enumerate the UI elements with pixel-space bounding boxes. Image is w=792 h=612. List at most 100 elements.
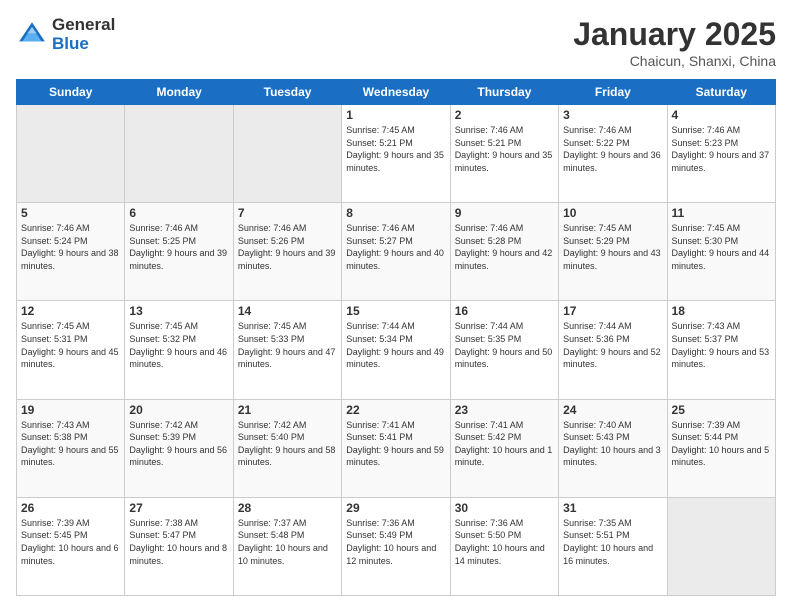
day-info: Sunrise: 7:45 AM Sunset: 5:31 PM Dayligh… <box>21 320 120 370</box>
day-number: 30 <box>455 501 554 515</box>
weekday-header: Saturday <box>667 80 775 105</box>
day-number: 8 <box>346 206 445 220</box>
weekday-header: Wednesday <box>342 80 450 105</box>
calendar-week-row: 12 Sunrise: 7:45 AM Sunset: 5:31 PM Dayli… <box>17 301 776 399</box>
day-info: Sunrise: 7:43 AM Sunset: 5:37 PM Dayligh… <box>672 320 771 370</box>
day-number: 26 <box>21 501 120 515</box>
location: Chaicun, Shanxi, China <box>573 53 776 69</box>
calendar-cell: 29Sunrise: 7:36 AM Sunset: 5:49 PM Dayli… <box>342 497 450 595</box>
calendar-cell <box>233 105 341 203</box>
calendar-cell: 12 Sunrise: 7:45 AM Sunset: 5:31 PM Dayli… <box>17 301 125 399</box>
logo-general: General <box>52 16 115 35</box>
weekday-header: Friday <box>559 80 667 105</box>
calendar-cell: 3Sunrise: 7:46 AM Sunset: 5:22 PM Daylig… <box>559 105 667 203</box>
month-title: January 2025 <box>573 16 776 53</box>
calendar-cell: 18Sunrise: 7:43 AM Sunset: 5:37 PM Dayli… <box>667 301 775 399</box>
calendar-cell: 8 Sunrise: 7:46 AM Sunset: 5:27 PM Daylig… <box>342 203 450 301</box>
day-number: 22 <box>346 403 445 417</box>
day-number: 14 <box>238 304 337 318</box>
day-number: 31 <box>563 501 662 515</box>
weekday-header: Sunday <box>17 80 125 105</box>
day-info: Sunrise: 7:44 AM Sunset: 5:34 PM Dayligh… <box>346 320 445 370</box>
day-info: Sunrise: 7:39 AM Sunset: 5:44 PM Dayligh… <box>672 419 771 469</box>
day-number: 11 <box>672 206 771 220</box>
calendar-cell: 19Sunrise: 7:43 AM Sunset: 5:38 PM Dayli… <box>17 399 125 497</box>
day-info: Sunrise: 7:37 AM Sunset: 5:48 PM Dayligh… <box>238 517 337 567</box>
day-number: 9 <box>455 206 554 220</box>
page: General Blue January 2025 Chaicun, Shanx… <box>0 0 792 612</box>
day-number: 13 <box>129 304 228 318</box>
calendar-cell: 17 Sunrise: 7:44 AM Sunset: 5:36 PM Dayli… <box>559 301 667 399</box>
calendar-cell: 15Sunrise: 7:44 AM Sunset: 5:34 PM Dayli… <box>342 301 450 399</box>
day-info: Sunrise: 7:43 AM Sunset: 5:38 PM Dayligh… <box>21 419 120 469</box>
calendar-cell: 26 Sunrise: 7:39 AM Sunset: 5:45 PM Dayli… <box>17 497 125 595</box>
calendar-cell: 28 Sunrise: 7:37 AM Sunset: 5:48 PM Dayli… <box>233 497 341 595</box>
day-info: Sunrise: 7:45 AM Sunset: 5:30 PM Dayligh… <box>672 222 771 272</box>
calendar-cell: 27Sunrise: 7:38 AM Sunset: 5:47 PM Dayli… <box>125 497 233 595</box>
day-number: 6 <box>129 206 228 220</box>
day-number: 23 <box>455 403 554 417</box>
day-number: 20 <box>129 403 228 417</box>
day-number: 28 <box>238 501 337 515</box>
day-number: 24 <box>563 403 662 417</box>
calendar-cell: 21 Sunrise: 7:42 AM Sunset: 5:40 PM Dayli… <box>233 399 341 497</box>
day-info: Sunrise: 7:44 AM Sunset: 5:35 PM Dayligh… <box>455 320 554 370</box>
day-info: Sunrise: 7:46 AM Sunset: 5:28 PM Dayligh… <box>455 222 554 272</box>
day-info: Sunrise: 7:46 AM Sunset: 5:25 PM Dayligh… <box>129 222 228 272</box>
day-number: 27 <box>129 501 228 515</box>
day-number: 3 <box>563 108 662 122</box>
calendar-week-row: 26 Sunrise: 7:39 AM Sunset: 5:45 PM Dayli… <box>17 497 776 595</box>
day-info: Sunrise: 7:46 AM Sunset: 5:23 PM Dayligh… <box>672 124 771 174</box>
calendar-cell: 4 Sunrise: 7:46 AM Sunset: 5:23 PM Daylig… <box>667 105 775 203</box>
day-number: 7 <box>238 206 337 220</box>
weekday-header: Tuesday <box>233 80 341 105</box>
logo-blue: Blue <box>52 35 115 54</box>
day-info: Sunrise: 7:39 AM Sunset: 5:45 PM Dayligh… <box>21 517 120 567</box>
header: General Blue January 2025 Chaicun, Shanx… <box>16 16 776 69</box>
day-info: Sunrise: 7:42 AM Sunset: 5:40 PM Dayligh… <box>238 419 337 469</box>
day-number: 25 <box>672 403 771 417</box>
calendar-cell: 6 Sunrise: 7:46 AM Sunset: 5:25 PM Daylig… <box>125 203 233 301</box>
calendar-week-row: 1 Sunrise: 7:45 AM Sunset: 5:21 PM Daylig… <box>17 105 776 203</box>
logo-icon <box>16 19 48 51</box>
day-info: Sunrise: 7:45 AM Sunset: 5:21 PM Dayligh… <box>346 124 445 174</box>
day-info: Sunrise: 7:46 AM Sunset: 5:27 PM Dayligh… <box>346 222 445 272</box>
calendar-cell: 1 Sunrise: 7:45 AM Sunset: 5:21 PM Daylig… <box>342 105 450 203</box>
day-number: 5 <box>21 206 120 220</box>
calendar-cell: 23 Sunrise: 7:41 AM Sunset: 5:42 PM Dayli… <box>450 399 558 497</box>
day-info: Sunrise: 7:46 AM Sunset: 5:21 PM Dayligh… <box>455 124 554 174</box>
day-info: Sunrise: 7:45 AM Sunset: 5:32 PM Dayligh… <box>129 320 228 370</box>
day-number: 21 <box>238 403 337 417</box>
day-info: Sunrise: 7:40 AM Sunset: 5:43 PM Dayligh… <box>563 419 662 469</box>
day-info: Sunrise: 7:42 AM Sunset: 5:39 PM Dayligh… <box>129 419 228 469</box>
day-number: 1 <box>346 108 445 122</box>
day-number: 16 <box>455 304 554 318</box>
weekday-header-row: SundayMondayTuesdayWednesdayThursdayFrid… <box>17 80 776 105</box>
day-number: 4 <box>672 108 771 122</box>
calendar-cell: 14 Sunrise: 7:45 AM Sunset: 5:33 PM Dayli… <box>233 301 341 399</box>
day-info: Sunrise: 7:45 AM Sunset: 5:33 PM Dayligh… <box>238 320 337 370</box>
logo-text: General Blue <box>52 16 115 53</box>
calendar-week-row: 5 Sunrise: 7:46 AM Sunset: 5:24 PM Daylig… <box>17 203 776 301</box>
calendar-cell: 25 Sunrise: 7:39 AM Sunset: 5:44 PM Dayli… <box>667 399 775 497</box>
calendar-cell <box>17 105 125 203</box>
day-number: 17 <box>563 304 662 318</box>
day-number: 2 <box>455 108 554 122</box>
calendar-cell: 30Sunrise: 7:36 AM Sunset: 5:50 PM Dayli… <box>450 497 558 595</box>
day-info: Sunrise: 7:44 AM Sunset: 5:36 PM Dayligh… <box>563 320 662 370</box>
weekday-header: Thursday <box>450 80 558 105</box>
weekday-header: Monday <box>125 80 233 105</box>
calendar-cell <box>125 105 233 203</box>
calendar: SundayMondayTuesdayWednesdayThursdayFrid… <box>16 79 776 596</box>
calendar-cell: 2 Sunrise: 7:46 AM Sunset: 5:21 PM Daylig… <box>450 105 558 203</box>
calendar-cell: 5 Sunrise: 7:46 AM Sunset: 5:24 PM Daylig… <box>17 203 125 301</box>
calendar-week-row: 19Sunrise: 7:43 AM Sunset: 5:38 PM Dayli… <box>17 399 776 497</box>
day-number: 29 <box>346 501 445 515</box>
calendar-cell <box>667 497 775 595</box>
calendar-cell: 22Sunrise: 7:41 AM Sunset: 5:41 PM Dayli… <box>342 399 450 497</box>
calendar-cell: 10Sunrise: 7:45 AM Sunset: 5:29 PM Dayli… <box>559 203 667 301</box>
day-number: 10 <box>563 206 662 220</box>
day-number: 12 <box>21 304 120 318</box>
day-info: Sunrise: 7:41 AM Sunset: 5:42 PM Dayligh… <box>455 419 554 469</box>
day-info: Sunrise: 7:46 AM Sunset: 5:24 PM Dayligh… <box>21 222 120 272</box>
